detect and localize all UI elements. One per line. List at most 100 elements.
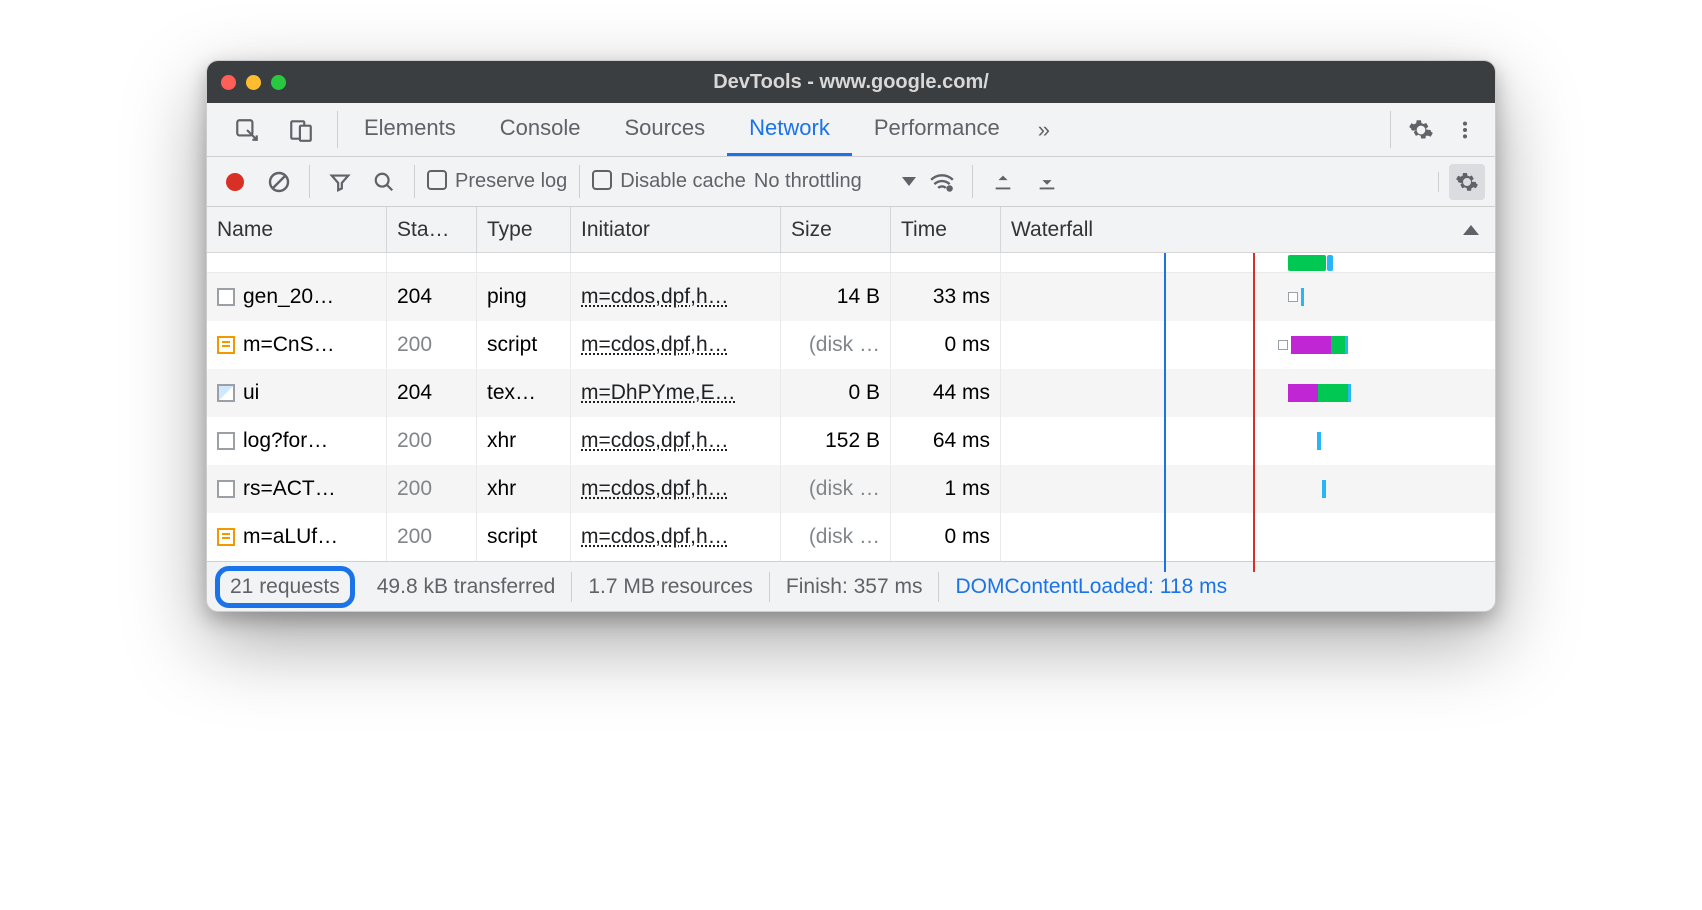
disable-cache-checkbox[interactable]: Disable cache — [592, 170, 746, 193]
col-waterfall[interactable]: Waterfall — [1001, 207, 1495, 252]
request-type: ping — [477, 273, 571, 321]
request-time: 64 ms — [891, 417, 1001, 465]
request-time: 0 ms — [891, 321, 1001, 369]
maximize-icon[interactable] — [271, 75, 286, 90]
request-type: xhr — [477, 465, 571, 513]
tab-overflow[interactable]: » — [1022, 103, 1066, 156]
settings-gear-icon[interactable] — [1403, 112, 1439, 148]
request-status: 200 — [387, 465, 477, 513]
file-type-icon — [217, 336, 235, 354]
col-size[interactable]: Size — [781, 207, 891, 252]
request-size: 0 B — [781, 369, 891, 417]
status-transferred: 49.8 kB transferred — [361, 572, 573, 602]
col-name[interactable]: Name — [207, 207, 387, 252]
request-size: 152 B — [781, 417, 891, 465]
network-settings-icon[interactable] — [1449, 164, 1485, 200]
request-type: xhr — [477, 417, 571, 465]
request-time: 33 ms — [891, 273, 1001, 321]
file-type-icon — [217, 384, 235, 402]
request-name: log?for… — [243, 429, 328, 453]
filter-icon[interactable] — [322, 164, 358, 200]
preserve-log-checkbox[interactable]: Preserve log — [427, 170, 567, 193]
request-initiator[interactable]: m=DhPYme,E… — [581, 381, 736, 405]
sort-asc-icon — [1463, 225, 1479, 235]
device-toolbar-icon[interactable] — [283, 112, 319, 148]
kebab-menu-icon[interactable] — [1447, 112, 1483, 148]
throttling-label: No throttling — [754, 170, 862, 193]
window-title: DevTools - www.google.com/ — [207, 71, 1495, 94]
table-row[interactable]: log?for… 200 xhr m=cdos,dpf,h… 152 B 64 … — [207, 417, 1495, 465]
waterfall-cell — [1001, 513, 1495, 561]
col-status[interactable]: Sta… — [387, 207, 477, 252]
request-initiator[interactable]: m=cdos,dpf,h… — [581, 429, 729, 453]
table-row[interactable]: m=aLUf… 200 script m=cdos,dpf,h… (disk …… — [207, 513, 1495, 561]
status-dcl: DOMContentLoaded: 118 ms — [939, 572, 1243, 602]
status-requests: 21 requests — [230, 575, 340, 598]
tab-console[interactable]: Console — [478, 103, 603, 156]
devtools-window: DevTools - www.google.com/ Elements Cons… — [206, 60, 1496, 612]
request-size: 14 B — [781, 273, 891, 321]
request-status: 204 — [387, 273, 477, 321]
status-bar: 21 requests 49.8 kB transferred 1.7 MB r… — [207, 561, 1495, 611]
request-time: 0 ms — [891, 513, 1001, 561]
minimize-icon[interactable] — [246, 75, 261, 90]
status-finish: Finish: 357 ms — [770, 572, 940, 602]
request-status: 200 — [387, 417, 477, 465]
request-name: m=aLUf… — [243, 525, 338, 549]
request-status: 204 — [387, 369, 477, 417]
waterfall-cell — [1001, 417, 1495, 465]
file-type-icon — [217, 480, 235, 498]
disable-cache-label: Disable cache — [620, 170, 746, 192]
col-time[interactable]: Time — [891, 207, 1001, 252]
chevron-down-icon — [902, 177, 916, 186]
waterfall-cell — [1001, 369, 1495, 417]
close-icon[interactable] — [221, 75, 236, 90]
request-initiator[interactable]: m=cdos,dpf,h… — [581, 477, 729, 501]
request-status: 200 — [387, 321, 477, 369]
table-row[interactable]: ui 204 tex… m=DhPYme,E… 0 B 44 ms — [207, 369, 1495, 417]
overview-strip — [207, 253, 1495, 273]
request-name: ui — [243, 381, 259, 405]
table-row[interactable]: gen_20… 204 ping m=cdos,dpf,h… 14 B 33 m… — [207, 273, 1495, 321]
request-initiator[interactable]: m=cdos,dpf,h… — [581, 525, 729, 549]
request-initiator[interactable]: m=cdos,dpf,h… — [581, 285, 729, 309]
network-conditions-icon[interactable] — [924, 164, 960, 200]
col-type[interactable]: Type — [477, 207, 571, 252]
table-row[interactable]: m=CnS… 200 script m=cdos,dpf,h… (disk … … — [207, 321, 1495, 369]
request-size: (disk … — [781, 513, 891, 561]
waterfall-cell — [1001, 273, 1495, 321]
status-resources: 1.7 MB resources — [572, 572, 770, 602]
col-initiator[interactable]: Initiator — [571, 207, 781, 252]
inspect-icon[interactable] — [229, 112, 265, 148]
request-type: script — [477, 513, 571, 561]
import-har-icon[interactable] — [985, 164, 1021, 200]
file-type-icon — [217, 528, 235, 546]
throttling-select[interactable]: No throttling — [754, 170, 916, 193]
search-icon[interactable] — [366, 164, 402, 200]
panel-tabs: Elements Console Sources Network Perform… — [342, 103, 1066, 156]
request-initiator[interactable]: m=cdos,dpf,h… — [581, 333, 729, 357]
request-name: m=CnS… — [243, 333, 335, 357]
preserve-log-label: Preserve log — [455, 170, 567, 192]
request-size: (disk … — [781, 321, 891, 369]
tab-elements[interactable]: Elements — [342, 103, 478, 156]
clear-icon[interactable] — [261, 164, 297, 200]
request-type: tex… — [477, 369, 571, 417]
request-time: 1 ms — [891, 465, 1001, 513]
main-tabbar: Elements Console Sources Network Perform… — [207, 103, 1495, 157]
export-har-icon[interactable] — [1029, 164, 1065, 200]
waterfall-cell — [1001, 465, 1495, 513]
request-name: rs=ACT… — [243, 477, 336, 501]
network-toolbar: Preserve log Disable cache No throttling — [207, 157, 1495, 207]
table-header: Name Sta… Type Initiator Size Time Water… — [207, 207, 1495, 253]
waterfall-cell — [1001, 321, 1495, 369]
tab-performance[interactable]: Performance — [852, 103, 1022, 156]
file-type-icon — [217, 288, 235, 306]
record-button[interactable] — [217, 164, 253, 200]
requests-count-highlight: 21 requests — [215, 566, 355, 608]
file-type-icon — [217, 432, 235, 450]
tab-network[interactable]: Network — [727, 103, 852, 156]
table-row[interactable]: rs=ACT… 200 xhr m=cdos,dpf,h… (disk … 1 … — [207, 465, 1495, 513]
requests-table: Name Sta… Type Initiator Size Time Water… — [207, 207, 1495, 561]
tab-sources[interactable]: Sources — [602, 103, 727, 156]
